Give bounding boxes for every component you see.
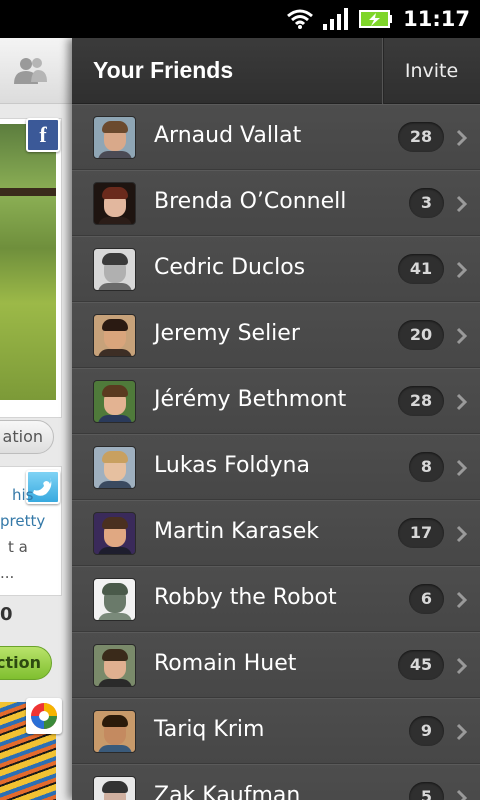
friend-name: Lukas Foldyna	[154, 453, 310, 478]
count-badge: 28	[398, 122, 444, 152]
friend-row[interactable]: Martin Karasek 17	[72, 500, 480, 566]
tweet-line: t a	[8, 538, 28, 556]
friend-name: Martin Karasek	[154, 519, 319, 544]
friend-row[interactable]: Jeremy Selier 20	[72, 302, 480, 368]
feed-count: 0	[0, 604, 13, 625]
photo-detail	[0, 188, 56, 196]
people-icon[interactable]	[14, 56, 48, 88]
friends-header: Your Friends Invite	[72, 38, 480, 104]
avatar	[93, 248, 136, 291]
chevron-right-icon	[456, 459, 468, 481]
signal-icon	[323, 8, 349, 30]
chevron-right-icon	[456, 525, 468, 547]
avatar	[93, 644, 136, 687]
count-badge: 17	[398, 518, 444, 548]
tweet-line: pretty	[0, 512, 46, 530]
tweet-text: his pretty t a ...	[0, 482, 46, 586]
count-badge: 5	[409, 782, 444, 800]
avatar	[93, 314, 136, 357]
friend-row[interactable]: Brenda O’Connell 3	[72, 170, 480, 236]
avatar	[93, 512, 136, 555]
chevron-right-icon	[456, 591, 468, 613]
friend-name: Jeremy Selier	[154, 321, 300, 346]
friend-row[interactable]: Robby the Robot 6	[72, 566, 480, 632]
count-badge: 41	[398, 254, 444, 284]
friend-name: Jérémy Bethmont	[154, 387, 347, 412]
avatar	[93, 776, 136, 800]
feed-action-button[interactable]: ation	[0, 420, 54, 454]
activity-feed[interactable]: f ation his pretty t a ... 0 ction	[0, 38, 72, 800]
panel-title: Your Friends	[93, 57, 234, 83]
avatar	[93, 380, 136, 423]
friend-name: Robby the Robot	[154, 585, 337, 610]
chevron-right-icon	[456, 195, 468, 217]
count-badge: 45	[398, 650, 444, 680]
chevron-right-icon	[456, 723, 468, 745]
friend-name: Zak Kaufman	[154, 783, 301, 800]
invite-button[interactable]: Invite	[382, 38, 480, 104]
tweet-line: ...	[0, 564, 15, 582]
friend-row[interactable]: Tariq Krim 9	[72, 698, 480, 764]
friend-row[interactable]: Zak Kaufman 5	[72, 764, 480, 800]
chevron-right-icon	[456, 129, 468, 151]
picasa-icon	[26, 698, 62, 734]
battery-charging-icon	[359, 9, 393, 29]
status-bar: 11:17	[0, 0, 480, 38]
chevron-right-icon	[456, 657, 468, 679]
friend-row[interactable]: Romain Huet 45	[72, 632, 480, 698]
avatar	[93, 116, 136, 159]
friend-name: Romain Huet	[154, 651, 297, 676]
chevron-right-icon	[456, 393, 468, 415]
count-badge: 20	[398, 320, 444, 350]
friend-name: Tariq Krim	[154, 717, 265, 742]
count-badge: 8	[409, 452, 444, 482]
friend-name: Arnaud Vallat	[154, 123, 302, 148]
chevron-right-icon	[456, 789, 468, 800]
friend-row[interactable]: Lukas Foldyna 8	[72, 434, 480, 500]
avatar	[93, 446, 136, 489]
wifi-icon	[287, 9, 314, 29]
feed-photo[interactable]	[0, 124, 56, 400]
friend-row[interactable]: Jérémy Bethmont 28	[72, 368, 480, 434]
feed-action-button-green[interactable]: ction	[0, 646, 52, 680]
chevron-right-icon	[456, 327, 468, 349]
friend-row[interactable]: Arnaud Vallat 28	[72, 104, 480, 170]
feed-header	[0, 38, 72, 104]
friends-list[interactable]: Arnaud Vallat 28 Brenda O’Connell 3 Cedr…	[72, 104, 480, 800]
friends-panel: Your Friends Invite Arnaud Vallat 28 Bre…	[72, 38, 480, 800]
count-badge: 9	[409, 716, 444, 746]
count-badge: 28	[398, 386, 444, 416]
count-badge: 3	[409, 188, 444, 218]
avatar	[93, 182, 136, 225]
friend-row[interactable]: Cedric Duclos 41	[72, 236, 480, 302]
count-badge: 6	[409, 584, 444, 614]
facebook-icon: f	[26, 118, 60, 152]
status-time: 11:17	[403, 7, 470, 31]
avatar	[93, 710, 136, 753]
chevron-right-icon	[456, 261, 468, 283]
friend-name: Brenda O’Connell	[154, 189, 347, 214]
tweet-line: his	[12, 486, 34, 504]
avatar	[93, 578, 136, 621]
friend-name: Cedric Duclos	[154, 255, 306, 280]
